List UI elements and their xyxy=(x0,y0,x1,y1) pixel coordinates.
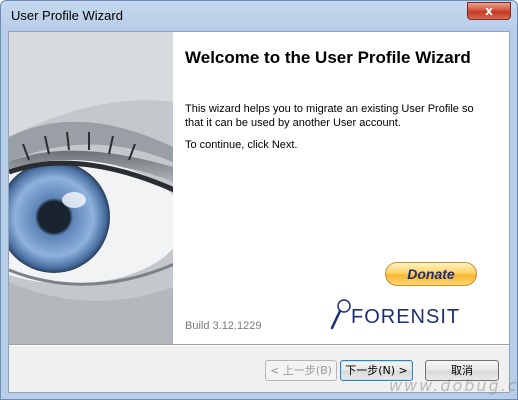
button-separator xyxy=(9,344,509,346)
window-title: User Profile Wizard xyxy=(11,8,123,23)
wizard-page: Welcome to the User Profile Wizard This … xyxy=(9,32,509,344)
donate-button[interactable]: Donate xyxy=(385,262,477,286)
welcome-description: This wizard helps you to migrate an exis… xyxy=(185,103,474,129)
eye-illustration xyxy=(9,32,173,344)
welcome-heading: Welcome to the User Profile Wizard xyxy=(185,48,471,67)
welcome-instruction: To continue, click Next. xyxy=(185,139,298,151)
logo-text: FORENSIT xyxy=(351,306,461,328)
eye-image xyxy=(9,32,173,344)
back-button[interactable]: < 上一步(B) xyxy=(265,360,337,381)
wizard-client-area: Welcome to the User Profile Wizard This … xyxy=(8,31,510,393)
close-icon: x xyxy=(485,4,493,18)
title-bar[interactable]: User Profile Wizard x xyxy=(1,1,517,31)
build-number: Build 3.12.1229 xyxy=(185,320,262,332)
forensit-logo: FORENSIT xyxy=(329,298,479,332)
close-button[interactable]: x xyxy=(467,2,511,20)
watermark-text: www.dobug.cc xyxy=(389,376,518,395)
magnifier-icon xyxy=(330,299,351,330)
wizard-window: User Profile Wizard x Welcome to the Use… xyxy=(0,0,518,400)
